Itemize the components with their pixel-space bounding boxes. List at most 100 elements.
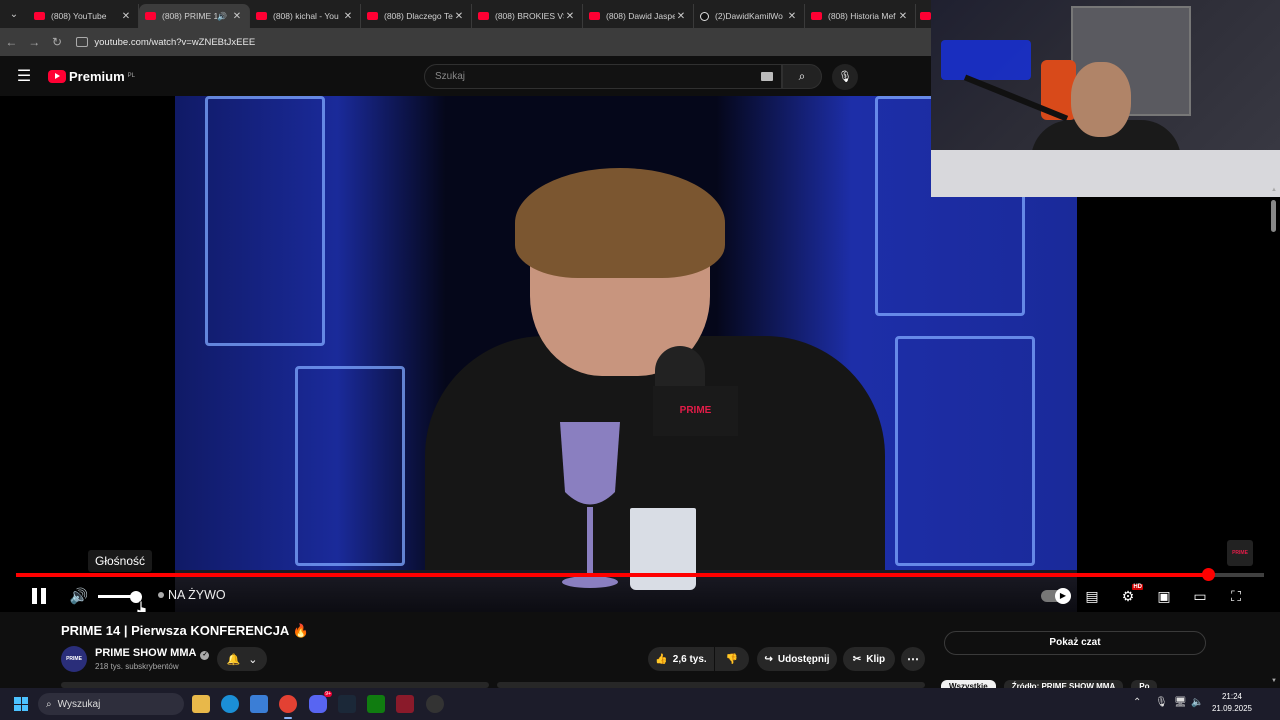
tab-close-icon[interactable]: ✕ bbox=[342, 11, 354, 22]
url-field[interactable]: youtube.com/watch?v=wZNEBtJxEEE bbox=[76, 31, 931, 53]
reload-icon[interactable]: ↻ bbox=[46, 35, 69, 49]
miniplayer-button[interactable]: ▣ bbox=[1153, 584, 1175, 608]
fullscreen-button[interactable]: ⛶ bbox=[1225, 584, 1247, 608]
search-input[interactable]: Szukaj bbox=[424, 64, 782, 89]
windows-start-icon[interactable] bbox=[14, 697, 28, 711]
tab-youtube[interactable]: (808) YouTube ✕ bbox=[28, 4, 139, 28]
search-placeholder: Szukaj bbox=[435, 71, 466, 82]
subtitles-icon: ▤ bbox=[1085, 587, 1099, 604]
edge-icon[interactable] bbox=[221, 695, 239, 713]
tab-kichal[interactable]: (808) kichal - You ✕ bbox=[250, 4, 361, 28]
tab-brokies[interactable]: (808) BROKIES VS ✕ bbox=[472, 4, 583, 28]
video-title: PRIME 14 | Pierwsza KONFERENCJA 🔥 bbox=[61, 623, 309, 639]
video-info-section: PRIME 14 | Pierwsza KONFERENCJA 🔥 PRIME … bbox=[0, 612, 1280, 694]
share-button[interactable]: ↪ Udostępnij bbox=[757, 647, 837, 671]
scrollbar-thumb[interactable] bbox=[1271, 200, 1276, 232]
volume-slider[interactable] bbox=[98, 590, 142, 603]
theater-mode-button[interactable]: ▭ bbox=[1189, 584, 1211, 608]
youtube-premium-logo[interactable]: Premium PL bbox=[48, 69, 135, 84]
pause-button[interactable] bbox=[28, 584, 50, 608]
tab-prime-active[interactable]: (808) PRIME 1 🔊 ✕ bbox=[139, 4, 250, 28]
like-button[interactable]: 👍 2,6 tys. bbox=[648, 647, 714, 671]
tray-microphone-icon[interactable]: 🎙 bbox=[1155, 697, 1168, 708]
steam-icon[interactable] bbox=[338, 695, 356, 713]
live-label: NA ŻYWO bbox=[168, 588, 226, 602]
show-chat-button[interactable]: Pokaż czat bbox=[944, 631, 1206, 655]
tab-search-dropdown-icon[interactable]: ⌄ bbox=[0, 0, 28, 28]
miniplayer-icon: ▣ bbox=[1157, 587, 1171, 604]
search-button[interactable]: ⌕ bbox=[782, 64, 822, 89]
site-info-icon[interactable] bbox=[76, 37, 89, 47]
bell-icon: 🔔 bbox=[226, 653, 241, 666]
network-icon[interactable]: 🖥 bbox=[1174, 697, 1187, 708]
volume-tooltip: Głośność bbox=[88, 550, 153, 572]
clock-date: 21.09.2025 bbox=[1211, 704, 1253, 713]
store-icon[interactable] bbox=[250, 695, 268, 713]
subscription-bell-button[interactable]: 🔔 ⌄ bbox=[217, 647, 267, 671]
obs-icon[interactable] bbox=[426, 695, 444, 713]
youtube-icon bbox=[145, 12, 156, 20]
tab-close-icon[interactable]: ✕ bbox=[453, 11, 465, 22]
tab-tiktok[interactable]: (2)DawidKamilWo ✕ bbox=[694, 4, 805, 28]
share-label: Udostępnij bbox=[777, 653, 830, 665]
channel-watermark[interactable]: PRIME bbox=[1227, 540, 1253, 566]
tab-title: (2)DawidKamilWo bbox=[715, 11, 783, 21]
dislike-button[interactable]: 👎 bbox=[715, 647, 749, 671]
system-clock[interactable]: 21:24 21.09.2025 bbox=[1210, 691, 1254, 715]
discord-icon[interactable]: 9+ bbox=[309, 691, 332, 713]
forward-arrow-icon[interactable]: → bbox=[23, 35, 46, 49]
xbox-icon[interactable] bbox=[367, 695, 385, 713]
tab-close-icon[interactable]: ✕ bbox=[231, 11, 243, 22]
like-count: 2,6 tys. bbox=[672, 653, 707, 665]
tab-close-icon[interactable]: ✕ bbox=[897, 11, 909, 22]
pause-icon bbox=[32, 588, 37, 604]
more-actions-button[interactable]: ⋯ bbox=[901, 647, 925, 671]
windows-taskbar: ⌕ Wyszukaj 9+ ⌃ 🎙 🖥 🔈 21:24 21.09.2025 bbox=[0, 688, 1280, 720]
progress-bar[interactable] bbox=[16, 568, 1264, 581]
channel-name[interactable]: PRIME SHOW MMA ✓ bbox=[95, 647, 210, 660]
autoplay-toggle[interactable]: ▶ bbox=[1040, 584, 1071, 608]
file-explorer-icon[interactable] bbox=[192, 695, 210, 713]
wine-glass bbox=[560, 422, 620, 588]
scroll-up-arrow-icon[interactable]: ▲ bbox=[1271, 187, 1277, 193]
youtube-icon bbox=[589, 12, 600, 20]
settings-button[interactable]: ⚙ HD bbox=[1117, 584, 1143, 608]
taskbar-search[interactable]: ⌕ Wyszukaj bbox=[38, 693, 184, 715]
channel-avatar[interactable]: PRIME bbox=[61, 646, 87, 672]
youtube-play-icon bbox=[48, 69, 66, 83]
thumbs-down-icon: 👎 bbox=[725, 653, 739, 665]
scroll-down-arrow-icon[interactable]: ▼ bbox=[1271, 678, 1277, 684]
clip-button[interactable]: ✂ Klip bbox=[843, 647, 895, 671]
tab-dawid-jasper[interactable]: (808) Dawid Jaspe ✕ bbox=[583, 4, 694, 28]
tab-close-icon[interactable]: ✕ bbox=[786, 11, 798, 22]
speaker-icon[interactable]: 🔈 bbox=[1191, 697, 1203, 708]
tab-close-icon[interactable]: ✕ bbox=[675, 11, 687, 22]
pause-icon bbox=[41, 588, 46, 604]
theater-icon: ▭ bbox=[1193, 587, 1207, 604]
youtube-icon bbox=[478, 12, 489, 20]
keyboard-icon[interactable] bbox=[761, 72, 773, 81]
menu-icon[interactable]: ☰ bbox=[0, 66, 48, 86]
tab-close-icon[interactable]: ✕ bbox=[120, 11, 132, 22]
tab-title: (808) kichal - You bbox=[273, 11, 339, 21]
youtube-icon bbox=[256, 12, 267, 20]
tab-historia[interactable]: (808) Historia Mef ✕ bbox=[805, 4, 916, 28]
search-icon: ⌕ bbox=[46, 698, 52, 710]
game-app-icon[interactable] bbox=[396, 695, 414, 713]
mute-button[interactable]: 🔊 bbox=[68, 584, 90, 608]
subtitles-button[interactable]: ▤ bbox=[1082, 584, 1102, 608]
voice-search-button[interactable]: 🎙 bbox=[832, 64, 858, 90]
desk bbox=[931, 150, 1280, 197]
speaker-icon[interactable]: 🔊 bbox=[217, 12, 227, 21]
chrome-icon[interactable] bbox=[279, 695, 297, 719]
youtube-header: ☰ Premium PL Szukaj ⌕ 🎙 bbox=[0, 56, 931, 96]
screen: ⌄ (808) YouTube ✕ (808) PRIME 1 🔊 ✕ (808… bbox=[0, 0, 1280, 720]
tab-close-icon[interactable]: ✕ bbox=[564, 11, 576, 22]
neon-letter bbox=[205, 96, 325, 346]
live-indicator[interactable]: NA ŻYWO bbox=[158, 588, 226, 602]
tray-chevron-up-icon[interactable]: ⌃ bbox=[1133, 697, 1141, 708]
back-arrow-icon[interactable]: ← bbox=[0, 35, 23, 49]
live-dot-icon bbox=[158, 592, 164, 598]
page-scrollbar[interactable] bbox=[1270, 200, 1278, 680]
tab-dlaczego[interactable]: (808) Dlaczego Te ✕ bbox=[361, 4, 472, 28]
